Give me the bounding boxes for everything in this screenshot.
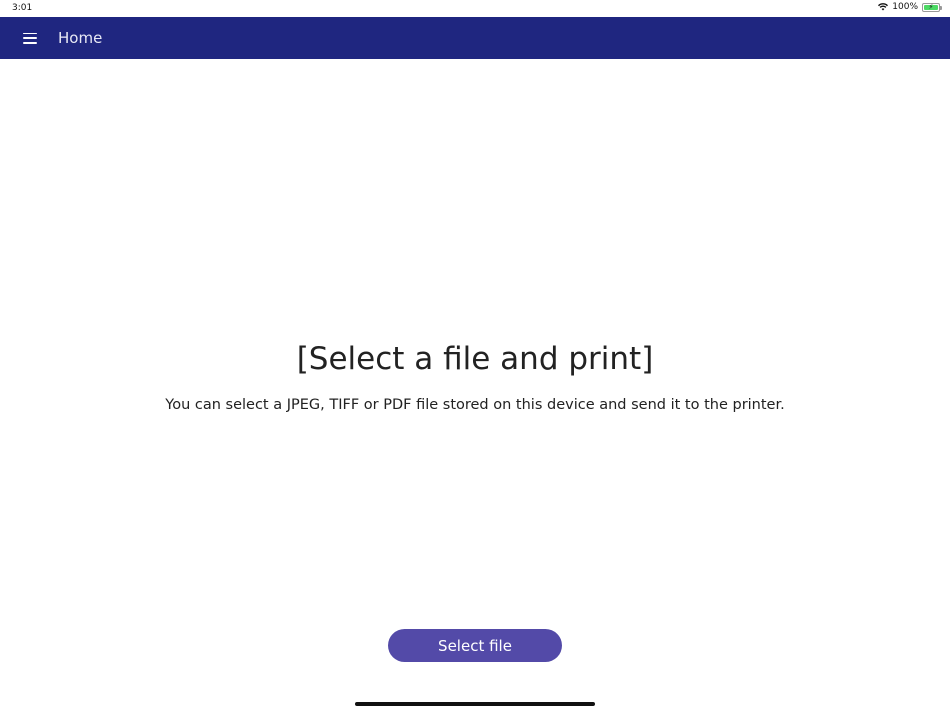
status-time: 3:01	[12, 3, 33, 13]
battery-charging-icon: ⚡	[922, 2, 942, 12]
battery-fill: ⚡	[924, 3, 938, 10]
description: You can select a JPEG, TIFF or PDF file …	[165, 397, 785, 413]
wifi-icon	[878, 3, 889, 11]
app-bar: Home	[0, 17, 950, 59]
select-file-button[interactable]: Select file	[388, 629, 562, 662]
hamburger-menu-icon[interactable]	[0, 17, 60, 59]
status-indicators: 100% ⚡	[878, 2, 942, 12]
headline: [Select a file and print]	[296, 341, 654, 377]
battery-percent: 100%	[892, 2, 918, 12]
status-bar: 3:01 100% ⚡	[0, 0, 950, 17]
main-content: [Select a file and print] You can select…	[0, 59, 950, 619]
page-title: Home	[58, 29, 103, 47]
home-indicator[interactable]	[355, 702, 595, 706]
